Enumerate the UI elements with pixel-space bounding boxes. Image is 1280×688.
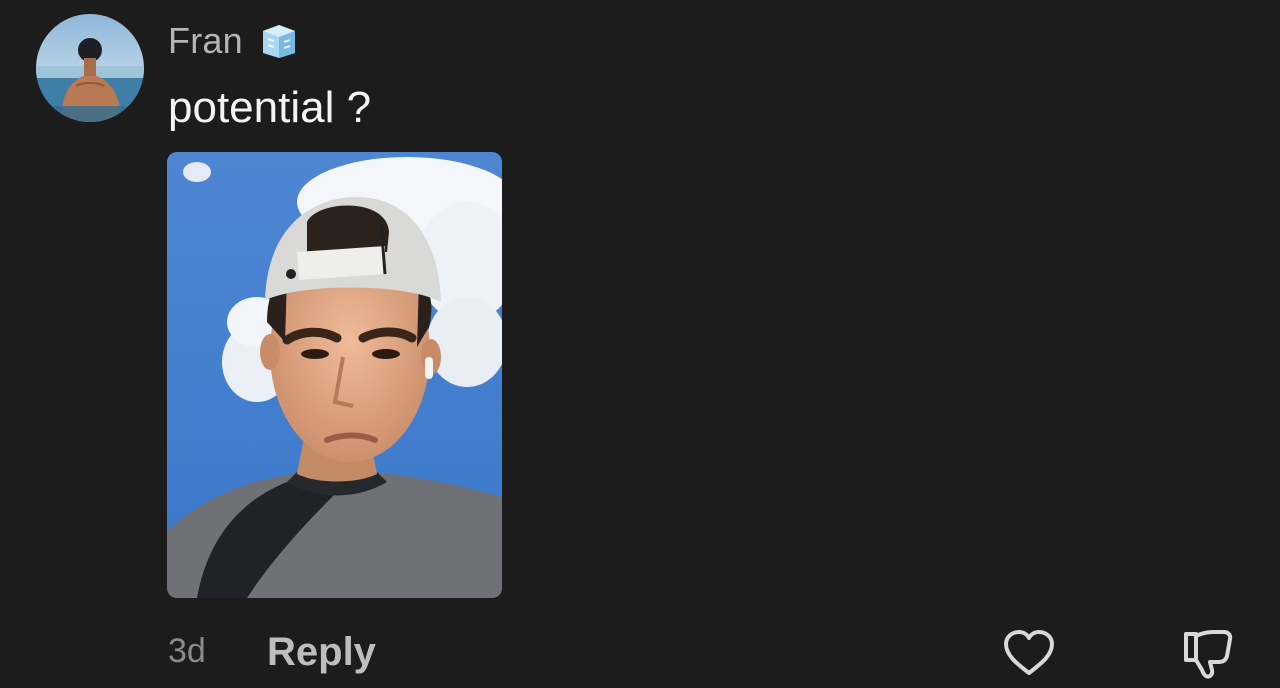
heart-icon[interactable] bbox=[1002, 628, 1056, 678]
comment-photo[interactable] bbox=[167, 152, 502, 598]
thumbs-down-icon[interactable] bbox=[1180, 626, 1236, 682]
timestamp: 3d bbox=[168, 632, 206, 670]
reply-button[interactable]: Reply bbox=[267, 630, 376, 675]
comment-item: Fran potential ? 3d Reply bbox=[0, 0, 1280, 688]
username[interactable]: Fran bbox=[168, 20, 243, 62]
username-row: Fran bbox=[168, 20, 299, 62]
comment-text: potential ? bbox=[168, 83, 372, 132]
avatar[interactable] bbox=[36, 14, 144, 122]
ice-cube-icon bbox=[259, 23, 299, 59]
